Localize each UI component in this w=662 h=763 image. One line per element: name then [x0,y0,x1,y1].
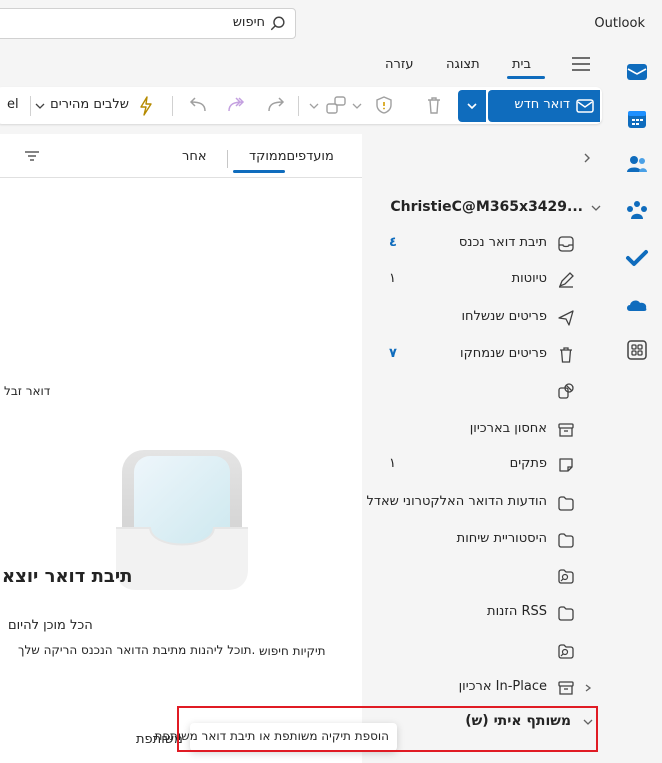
toolbar-divider [298,96,299,116]
app-title: Outlook [594,16,645,31]
folder-item[interactable]: הודעות הדואר האלקטרוני שאדל [362,486,615,520]
folder-item[interactable]: פתקים ١ [362,448,615,482]
todo-app-icon[interactable] [625,246,649,270]
folder-item[interactable]: אחסון בארכיון [362,413,615,447]
folder-icon [558,496,574,511]
note-icon [559,458,573,472]
folder-label: טיוטות [511,271,547,286]
quick-steps-button[interactable]: שלבים מהירים [35,92,159,120]
search-folder-icon [558,644,574,659]
folder-label: היסטוריית שיחות [456,531,547,546]
folder-label: הזנות RSS [487,604,547,619]
move-dropdown-icon[interactable] [309,102,319,110]
folder-unread-count: ١ [389,271,396,286]
folder-item[interactable] [362,634,615,668]
split-divider [486,90,488,122]
app-rail [615,48,662,763]
search-input[interactable]: חיפוש [0,8,296,39]
mail-app-icon[interactable] [625,60,649,84]
folder-unread-count: ١ [389,456,396,471]
junk-icon [558,383,574,399]
message-list [0,134,362,763]
toolbar-overflow-label[interactable]: el [7,97,19,112]
toolbar-divider [30,96,31,116]
search-folders-label: תיקיות חיפוש [257,644,328,658]
folder-item[interactable]: תיבת דואר נכנס ٤ [362,227,615,261]
folder-label: תיבת דואר נכנס [458,235,547,250]
reply-all-icon[interactable] [226,96,248,114]
report-icon[interactable] [374,95,394,115]
tab-focused-indicator [233,170,285,173]
empty-state-title: תיבת דואר יוצא [2,566,133,587]
groups-app-icon[interactable] [625,198,649,222]
folder-label: פריטים שנשלחו [461,309,547,324]
reply-icon[interactable] [186,96,208,114]
chevron-down-icon [591,205,601,211]
tab-other[interactable]: אחר [182,149,207,164]
folder-label: אחסון בארכיון [469,421,547,436]
onedrive-app-icon[interactable] [625,293,649,317]
search-icon [270,16,285,31]
folder-item[interactable]: ארכיון In-Place [362,671,615,705]
lightning-icon [140,96,152,116]
tab-help[interactable]: עזרה [385,57,413,72]
account-name: ChristieC@M365x3429... [390,199,583,215]
junk-label: דואר זבל [4,384,51,398]
filter-icon[interactable] [24,150,40,162]
tab-home-indicator [507,76,545,79]
folder-label: ארכיון In-Place [458,679,547,694]
chevron-down-icon [467,103,477,110]
report-dropdown-icon[interactable] [352,102,362,110]
folder-item[interactable]: הזנות RSS [362,596,615,630]
folder-icon [558,606,574,621]
folder-item[interactable]: פריטים שנמחקו ٧ [362,338,615,372]
chevron-right-icon[interactable] [583,683,593,693]
folder-label: פתקים [509,456,547,471]
empty-state-line2: תוכל ליהנות מתיבת הדואר הנכנס הריקה שלך. [18,643,256,657]
toolbar-divider [172,96,173,116]
folder-item[interactable] [362,374,615,408]
quick-steps-label: שלבים מהירים [50,97,129,112]
folder-item[interactable]: פריטים שנשלחו [362,301,615,335]
tab-focused[interactable]: מועדפיםממוקד [249,149,334,164]
archive-icon [558,681,574,695]
forward-icon[interactable] [266,96,288,114]
new-mail-label: דואר חדש [514,97,570,112]
list-header-divider [0,177,362,178]
calendar-app-icon[interactable] [625,107,649,131]
search-placeholder: חיפוש [232,15,265,30]
folder-item[interactable] [362,559,615,593]
send-icon [558,310,574,326]
trash-icon [560,347,572,363]
folder-item[interactable]: היסטוריית שיחות [362,523,615,557]
chevron-down-icon [35,103,45,109]
mail-icon [576,99,594,113]
search-folder-icon [558,569,574,584]
folder-label: הודעות הדואר האלקטרוני שאדל [366,494,547,509]
tab-view[interactable]: תצוגה [446,57,480,72]
archive-icon [558,423,574,437]
tab-home[interactable]: בית [512,57,531,72]
folder-icon [558,533,574,548]
new-mail-dropdown-button[interactable] [458,90,487,122]
highlight-box [177,706,598,752]
account-header[interactable]: ChristieC@M365x3429... [362,197,615,221]
folder-unread-count: ٧ [389,346,397,361]
empty-inbox-illustration [116,450,248,590]
more-apps-icon[interactable] [625,338,649,362]
hamburger-menu-icon[interactable] [571,56,591,72]
people-app-icon[interactable] [625,152,649,176]
inbox-icon [558,236,574,252]
drafts-icon [558,272,574,288]
folder-label: פריטים שנמחקו [460,346,547,361]
chevron-left-icon[interactable] [581,152,593,164]
tab-divider [227,150,228,168]
new-mail-button[interactable]: דואר חדש [488,90,600,122]
folder-item[interactable]: טיוטות ١ [362,263,615,297]
folder-unread-count: ٤ [389,235,397,250]
delete-icon[interactable] [425,95,443,115]
move-to-folder-icon[interactable] [325,95,347,115]
empty-state-line1: הכל מוכן להיום [8,618,93,633]
